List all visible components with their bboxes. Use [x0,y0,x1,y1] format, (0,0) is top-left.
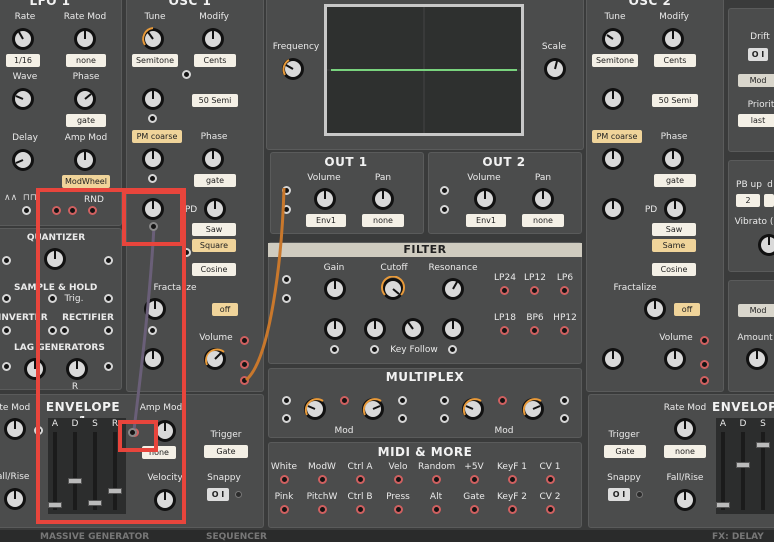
highlight-amp-mod-jack [118,420,158,452]
highlight-pm-knob [122,190,184,246]
